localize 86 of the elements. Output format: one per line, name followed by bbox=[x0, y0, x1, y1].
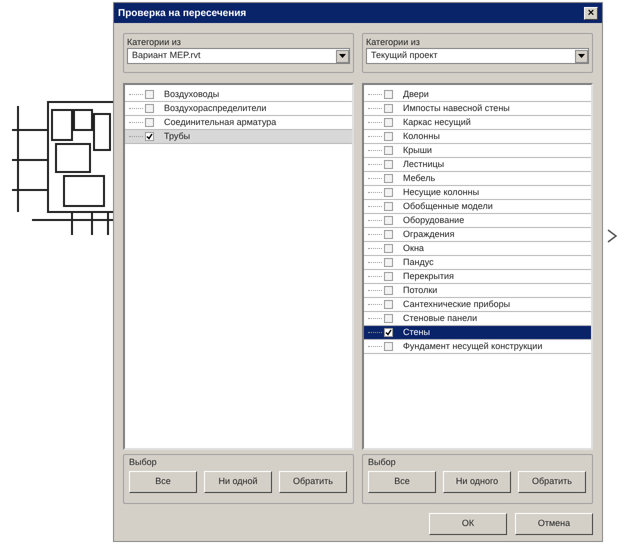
category-label: Колонны bbox=[403, 130, 440, 143]
list-row[interactable]: Пандус bbox=[364, 256, 591, 270]
group-label: Категории из bbox=[127, 36, 182, 48]
checkbox[interactable] bbox=[384, 230, 393, 239]
list-row[interactable]: Стеновые панели bbox=[364, 312, 591, 326]
checkbox[interactable] bbox=[384, 146, 393, 155]
checkbox[interactable] bbox=[384, 258, 393, 267]
category-label: Сантехнические приборы bbox=[403, 298, 510, 311]
checkbox[interactable] bbox=[384, 118, 393, 127]
list-row[interactable]: Крыши bbox=[364, 144, 591, 158]
dialog-button[interactable]: Отмена bbox=[515, 513, 593, 535]
list-row[interactable]: Двери bbox=[364, 88, 591, 102]
selection-button[interactable]: Ни одной bbox=[204, 471, 272, 493]
list-row[interactable]: Воздуховоды bbox=[125, 88, 352, 102]
list-row[interactable]: Окна bbox=[364, 242, 591, 256]
category-label: Потолки bbox=[403, 284, 438, 297]
checkbox[interactable] bbox=[384, 342, 393, 351]
checkbox[interactable] bbox=[384, 216, 393, 225]
list-row[interactable]: Соединительная арматура bbox=[125, 116, 352, 130]
checkbox[interactable] bbox=[145, 104, 154, 113]
category-label: Стены bbox=[403, 326, 430, 339]
list-row[interactable]: Колонны bbox=[364, 130, 591, 144]
category-label: Стеновые панели bbox=[403, 312, 478, 325]
category-label: Окна bbox=[403, 242, 424, 255]
selection-button[interactable]: Обратить bbox=[279, 471, 347, 493]
selection-button[interactable]: Ни одного bbox=[443, 471, 511, 493]
category-label: Каркас несущий bbox=[403, 116, 471, 129]
checkbox[interactable] bbox=[384, 188, 393, 197]
checkbox[interactable] bbox=[384, 174, 393, 183]
category-label: Воздуховоды bbox=[164, 88, 220, 101]
category-label: Соединительная арматура bbox=[164, 116, 276, 129]
list-row[interactable]: Оборудование bbox=[364, 214, 591, 228]
category-label: Воздухораспределители bbox=[164, 102, 266, 115]
list-row[interactable]: Трубы bbox=[125, 130, 352, 144]
checkbox[interactable] bbox=[384, 244, 393, 253]
list-row[interactable]: Обобщенные модели bbox=[364, 200, 591, 214]
list-row[interactable]: Потолки bbox=[364, 284, 591, 298]
checkbox[interactable] bbox=[384, 272, 393, 281]
close-button[interactable]: × bbox=[584, 6, 598, 20]
list-row[interactable]: Несущие колонны bbox=[364, 186, 591, 200]
checkbox[interactable] bbox=[384, 104, 393, 113]
list-row[interactable]: Ограждения bbox=[364, 228, 591, 242]
checkbox[interactable] bbox=[384, 160, 393, 169]
window-title: Проверка на пересечения bbox=[118, 6, 246, 20]
group-label: Категории из bbox=[366, 36, 421, 48]
checkbox[interactable] bbox=[384, 202, 393, 211]
checkbox[interactable] bbox=[145, 118, 154, 127]
checkbox[interactable] bbox=[384, 90, 393, 99]
group-label: Выбор bbox=[129, 456, 158, 468]
category-label: Пандус bbox=[403, 256, 434, 269]
category-label: Трубы bbox=[164, 130, 190, 143]
checkbox[interactable] bbox=[384, 300, 393, 309]
checkbox[interactable] bbox=[384, 314, 393, 323]
category-label: Несущие колонны bbox=[403, 186, 480, 199]
dialog-button[interactable]: ОК bbox=[429, 513, 507, 535]
list-row[interactable]: Импосты навесной стены bbox=[364, 102, 591, 116]
list-row[interactable]: Фундамент несущей конструкции bbox=[364, 340, 591, 354]
category-label: Перекрытия bbox=[403, 270, 454, 283]
checkbox[interactable] bbox=[384, 328, 393, 337]
category-label: Оборудование bbox=[403, 214, 464, 227]
selection-button[interactable]: Все bbox=[129, 471, 197, 493]
category-label: Ограждения bbox=[403, 228, 454, 241]
category-label: Фундамент несущей конструкции bbox=[403, 340, 542, 353]
source-dropdown[interactable]: Вариант MEP.rvt bbox=[127, 48, 350, 64]
selection-button[interactable]: Все bbox=[368, 471, 436, 493]
checkbox[interactable] bbox=[384, 132, 393, 141]
list-row[interactable]: Каркас несущий bbox=[364, 116, 591, 130]
chevron-icon bbox=[606, 228, 618, 244]
list-row[interactable]: Перекрытия bbox=[364, 270, 591, 284]
category-label: Лестницы bbox=[403, 158, 444, 171]
checkbox[interactable] bbox=[145, 90, 154, 99]
checkbox[interactable] bbox=[384, 286, 393, 295]
list-row[interactable]: Воздухораспределители bbox=[125, 102, 352, 116]
list-row[interactable]: Мебель bbox=[364, 172, 591, 186]
category-label: Крыши bbox=[403, 144, 432, 157]
category-label: Двери bbox=[403, 88, 429, 101]
list-row[interactable]: Лестницы bbox=[364, 158, 591, 172]
list-row[interactable]: Стены bbox=[364, 326, 591, 340]
source-dropdown[interactable]: Текущий проект bbox=[366, 48, 589, 64]
category-label: Импосты навесной стены bbox=[403, 102, 510, 115]
list-row[interactable]: Сантехнические приборы bbox=[364, 298, 591, 312]
checkbox[interactable] bbox=[145, 132, 154, 141]
category-label: Мебель bbox=[403, 172, 436, 185]
selection-button[interactable]: Обратить bbox=[518, 471, 586, 493]
category-label: Обобщенные модели bbox=[403, 200, 493, 213]
group-label: Выбор bbox=[368, 456, 397, 468]
